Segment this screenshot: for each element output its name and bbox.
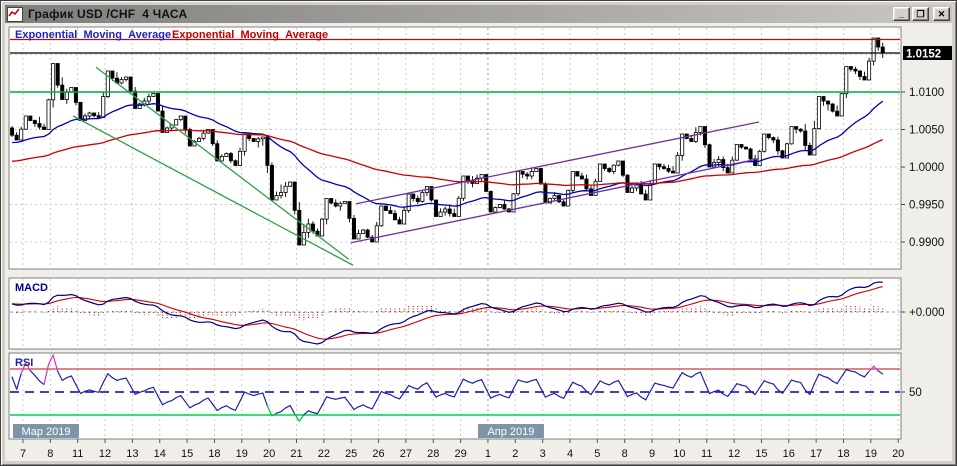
date-label: 10 <box>673 448 685 460</box>
date-label: 13 <box>126 448 138 460</box>
month-badge-label: Мар 2019 <box>21 426 70 438</box>
indicator-name-labels: Exponential_Moving_Average Exponential_Mo… <box>15 29 328 41</box>
month-badge-label: Апр 2019 <box>487 426 534 438</box>
date-label: 18 <box>208 448 220 460</box>
date-label: 28 <box>427 448 439 460</box>
date-label: 26 <box>372 448 384 460</box>
rsi-label: RSI <box>15 357 33 369</box>
date-label: 20 <box>892 448 904 460</box>
maximize-button[interactable]: ❐ <box>912 7 929 21</box>
date-label: 7 <box>20 448 26 460</box>
minimize-button[interactable]: _ <box>893 7 910 21</box>
chart-client-area: Exponential_Moving_Average Exponential_Mo… <box>5 23 952 461</box>
chart-canvas[interactable]: Exponential_Moving_Average Exponential_Mo… <box>5 23 954 463</box>
price-axis[interactable]: 1.0100 1.0050 1.0000 0.9950 0.9900 1.0152 +0.0… <box>901 46 952 399</box>
price-tick-label: 0.9950 <box>909 200 944 212</box>
chart-window: График USD /CHF 4 ЧАСА _ ❐ ✕ Exponential… <box>0 0 957 466</box>
main-price-panel[interactable] <box>8 26 902 270</box>
window-controls: _ ❐ ✕ <box>893 7 950 21</box>
date-label: 18 <box>837 448 849 460</box>
date-label: 16 <box>783 448 795 460</box>
date-label: 19 <box>236 448 248 460</box>
date-label: 20 <box>263 448 275 460</box>
rsi-panel[interactable]: RSI <box>8 352 902 440</box>
window-title: График USD /CHF 4 ЧАСА <box>28 7 188 21</box>
ema-indicator-label: Exponential_Moving_Average <box>15 29 171 41</box>
price-tick-label: 1.0100 <box>909 87 944 99</box>
date-label: 27 <box>400 448 412 460</box>
price-tick-label: 0.9900 <box>909 237 944 249</box>
rsi-middle-label: 50 <box>909 387 922 399</box>
date-label: 15 <box>755 448 767 460</box>
date-label: 5 <box>594 448 600 460</box>
date-label: 12 <box>728 448 740 460</box>
macd-label: MACD <box>15 282 48 294</box>
close-button[interactable]: ✕ <box>933 7 950 21</box>
price-tick-label: 1.0000 <box>909 162 944 174</box>
date-label: 8 <box>47 448 53 460</box>
macd-zero-label: +0.000 <box>909 307 945 319</box>
date-label: 2 <box>512 448 518 460</box>
date-label: 8 <box>622 448 628 460</box>
date-label: 11 <box>701 448 712 460</box>
date-label: 19 <box>865 448 877 460</box>
date-label: 11 <box>72 448 83 460</box>
date-label: 21 <box>290 448 302 460</box>
ema-indicator-label: Exponential_Moving_Average <box>172 29 328 41</box>
date-label: 4 <box>567 448 573 460</box>
macd-panel[interactable]: MACD <box>8 277 902 350</box>
date-label: 17 <box>810 448 822 460</box>
date-label: 14 <box>154 448 166 460</box>
date-label: 3 <box>540 448 546 460</box>
date-label: 22 <box>318 448 330 460</box>
date-label: 1 <box>485 448 491 460</box>
current-price-label: 1.0152 <box>906 49 941 61</box>
date-label: 25 <box>345 448 357 460</box>
price-tick-label: 1.0050 <box>909 125 944 137</box>
date-label: 29 <box>454 448 466 460</box>
date-label: 9 <box>649 448 655 460</box>
chart-window-icon <box>7 6 23 22</box>
date-label: 15 <box>181 448 193 460</box>
title-bar[interactable]: График USD /CHF 4 ЧАСА _ ❐ ✕ <box>5 5 952 23</box>
date-label: 12 <box>99 448 111 460</box>
